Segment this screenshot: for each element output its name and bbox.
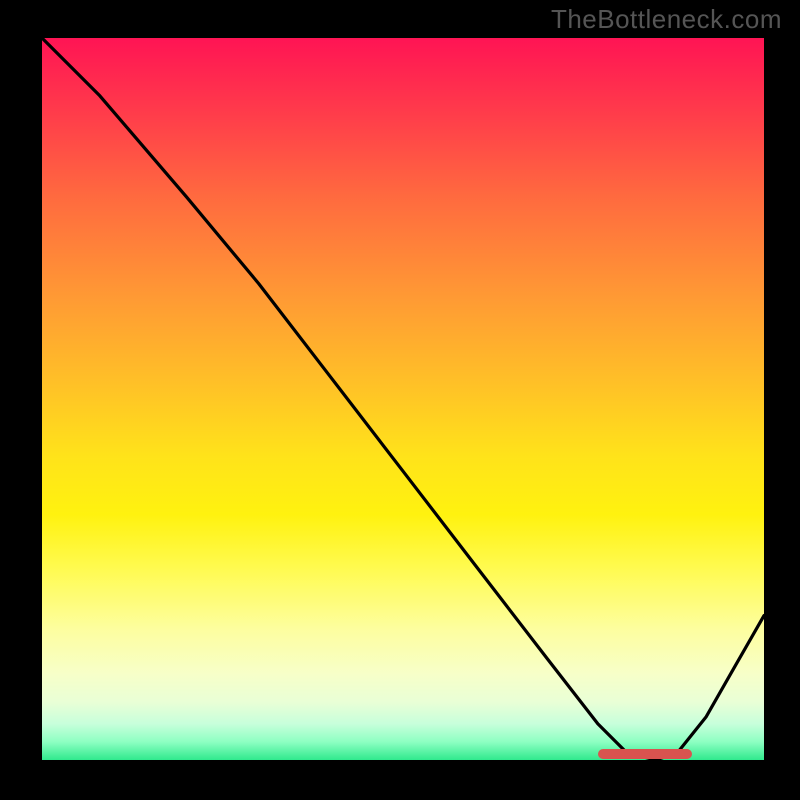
curve-path xyxy=(42,38,764,760)
chart-frame: TheBottleneck.com xyxy=(0,0,800,800)
optimal-range-marker xyxy=(598,749,692,759)
bottleneck-curve xyxy=(42,38,764,760)
watermark-text: TheBottleneck.com xyxy=(551,4,782,35)
plot-area xyxy=(42,38,764,760)
